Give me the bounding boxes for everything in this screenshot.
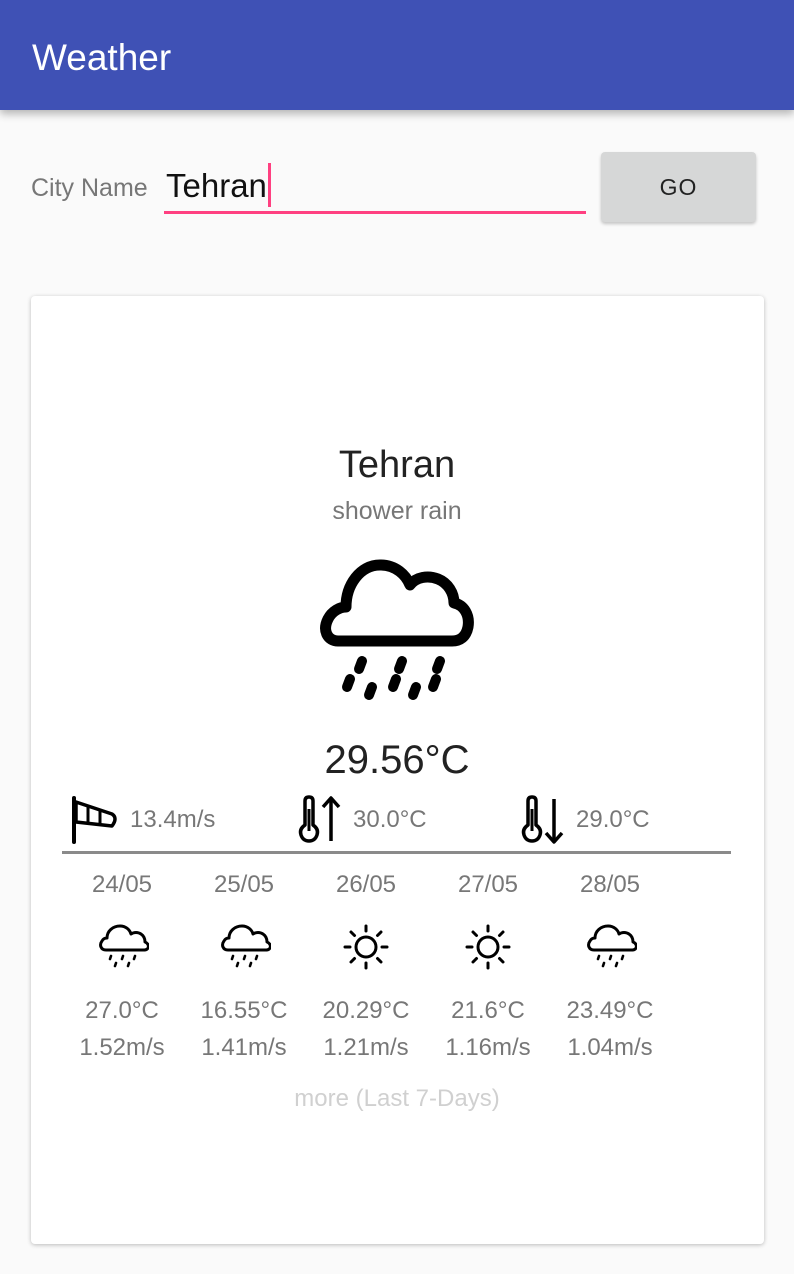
text-cursor bbox=[268, 163, 271, 207]
forecast-day: 25/05 16.55°C 1.41m/s bbox=[183, 870, 305, 1063]
thermometer-down-icon bbox=[521, 795, 564, 844]
more-last-7-days-link[interactable]: more (Last 7-Days) bbox=[0, 1083, 794, 1115]
forecast-day: 24/05 27.0°C 1.52m/s bbox=[61, 870, 183, 1063]
city-name-label: City Name bbox=[31, 174, 148, 202]
weather-description: shower rain bbox=[332, 497, 462, 525]
forecast-day: 28/05 23.49°C 1.04m/s bbox=[549, 870, 671, 1063]
divider bbox=[62, 851, 731, 854]
wind-speed-stat: 13.4m/s bbox=[70, 795, 215, 845]
forecast-wind: 1.04m/s bbox=[567, 1034, 653, 1061]
current-city-name: Tehran bbox=[338, 444, 456, 486]
forecast-wind: 1.52m/s bbox=[79, 1034, 165, 1061]
max-temperature-stat: 30.0°C bbox=[295, 795, 427, 845]
shower-rain-icon bbox=[221, 924, 271, 968]
max-temperature-value: 30.0°C bbox=[353, 806, 427, 833]
forecast-date: 25/05 bbox=[213, 871, 275, 898]
shower-rain-icon bbox=[320, 559, 474, 700]
forecast-date: 27/05 bbox=[457, 871, 519, 898]
forecast-temperature: 16.55°C bbox=[200, 997, 288, 1024]
min-temperature-value: 29.0°C bbox=[576, 806, 650, 833]
sun-icon bbox=[343, 924, 389, 970]
forecast-temperature: 20.29°C bbox=[322, 997, 410, 1024]
city-name-input[interactable] bbox=[164, 160, 586, 214]
forecast-temperature: 21.6°C bbox=[451, 997, 525, 1024]
forecast-date: 28/05 bbox=[579, 871, 641, 898]
forecast-temperature: 23.49°C bbox=[566, 997, 654, 1024]
thermometer-up-icon bbox=[298, 795, 341, 843]
wind-speed-value: 13.4m/s bbox=[130, 806, 216, 833]
sun-icon bbox=[465, 924, 511, 970]
forecast-day: 27/05 21.6°C 1.16m/s bbox=[427, 870, 549, 1063]
current-temperature: 29.56°C bbox=[324, 738, 470, 782]
shower-rain-icon bbox=[587, 924, 637, 968]
app-title: Weather bbox=[32, 37, 172, 78]
forecast-wind: 1.16m/s bbox=[445, 1034, 531, 1061]
min-temperature-stat: 29.0°C bbox=[518, 795, 650, 845]
forecast-temperature: 27.0°C bbox=[85, 997, 159, 1024]
forecast-date: 24/05 bbox=[91, 871, 153, 898]
forecast-wind: 1.41m/s bbox=[201, 1034, 287, 1061]
windsock-icon bbox=[72, 796, 117, 844]
app-bar: Weather bbox=[0, 0, 794, 110]
shower-rain-icon bbox=[99, 924, 149, 968]
forecast-date: 26/05 bbox=[335, 871, 397, 898]
forecast-day: 26/05 20.29°C 1.21m/s bbox=[305, 870, 427, 1063]
forecast-wind: 1.21m/s bbox=[323, 1034, 409, 1061]
go-button[interactable]: GO bbox=[601, 152, 756, 222]
